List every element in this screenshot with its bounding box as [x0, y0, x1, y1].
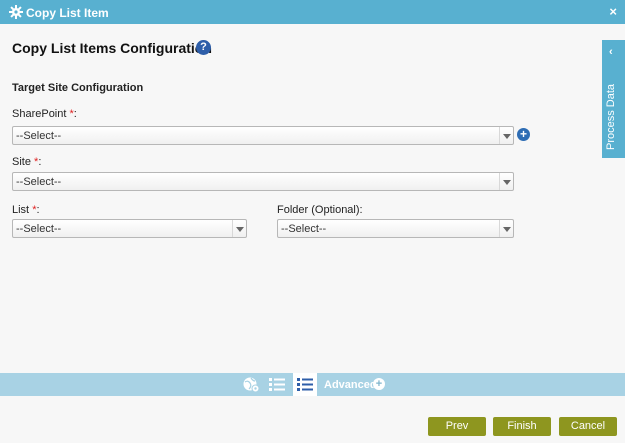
- chevron-down-icon[interactable]: [499, 127, 513, 144]
- list-icon[interactable]: [268, 376, 286, 393]
- list-select-value: --Select--: [16, 223, 62, 235]
- title-bar: Copy List Item ×: [0, 0, 625, 24]
- list-active-icon[interactable]: [296, 376, 314, 393]
- help-icon[interactable]: ?: [196, 40, 211, 55]
- list-label-text: List: [12, 204, 30, 216]
- page-title: Copy List Items Configuration: [12, 40, 212, 56]
- globe-settings-icon[interactable]: [242, 376, 260, 393]
- window-title: Copy List Item: [26, 6, 109, 20]
- process-data-tab[interactable]: ‹ Process Data: [602, 40, 625, 158]
- folder-label: Folder (Optional):: [277, 204, 363, 216]
- site-label-text: Site: [12, 156, 31, 168]
- close-icon[interactable]: ×: [609, 4, 617, 19]
- add-icon[interactable]: +: [517, 128, 530, 141]
- process-data-label: Process Data: [605, 83, 617, 150]
- site-select[interactable]: --Select--: [12, 172, 514, 191]
- chevron-down-icon[interactable]: [499, 220, 513, 237]
- main-panel: Copy List Items Configuration ? Target S…: [0, 24, 625, 373]
- chevron-down-icon[interactable]: [232, 220, 246, 237]
- sharepoint-label-text: SharePoint: [12, 108, 67, 120]
- sharepoint-select-value: --Select--: [16, 130, 62, 142]
- step-bar: Advanced +: [0, 373, 625, 396]
- plus-circle-icon[interactable]: +: [373, 378, 385, 390]
- prev-button[interactable]: Prev: [428, 417, 486, 436]
- list-label: List *:: [12, 204, 40, 216]
- cancel-button[interactable]: Cancel: [559, 417, 617, 436]
- gear-icon: [9, 5, 23, 19]
- sharepoint-select[interactable]: --Select--: [12, 126, 514, 145]
- folder-select[interactable]: --Select--: [277, 219, 514, 238]
- chevron-down-icon[interactable]: [499, 173, 513, 190]
- label-suffix: :: [36, 204, 40, 216]
- sharepoint-label: SharePoint *:: [12, 108, 77, 120]
- finish-button[interactable]: Finish: [493, 417, 551, 436]
- chevron-left-icon[interactable]: ‹: [609, 46, 613, 58]
- list-select[interactable]: --Select--: [12, 219, 247, 238]
- section-title: Target Site Configuration: [12, 82, 144, 94]
- site-select-value: --Select--: [16, 176, 62, 188]
- footer: Prev Finish Cancel: [0, 396, 625, 443]
- label-suffix: :: [73, 108, 77, 120]
- active-step-indicator[interactable]: [293, 373, 317, 396]
- folder-select-value: --Select--: [281, 223, 327, 235]
- site-label: Site *:: [12, 156, 41, 168]
- advanced-link[interactable]: Advanced: [324, 379, 377, 391]
- label-suffix: :: [38, 156, 42, 168]
